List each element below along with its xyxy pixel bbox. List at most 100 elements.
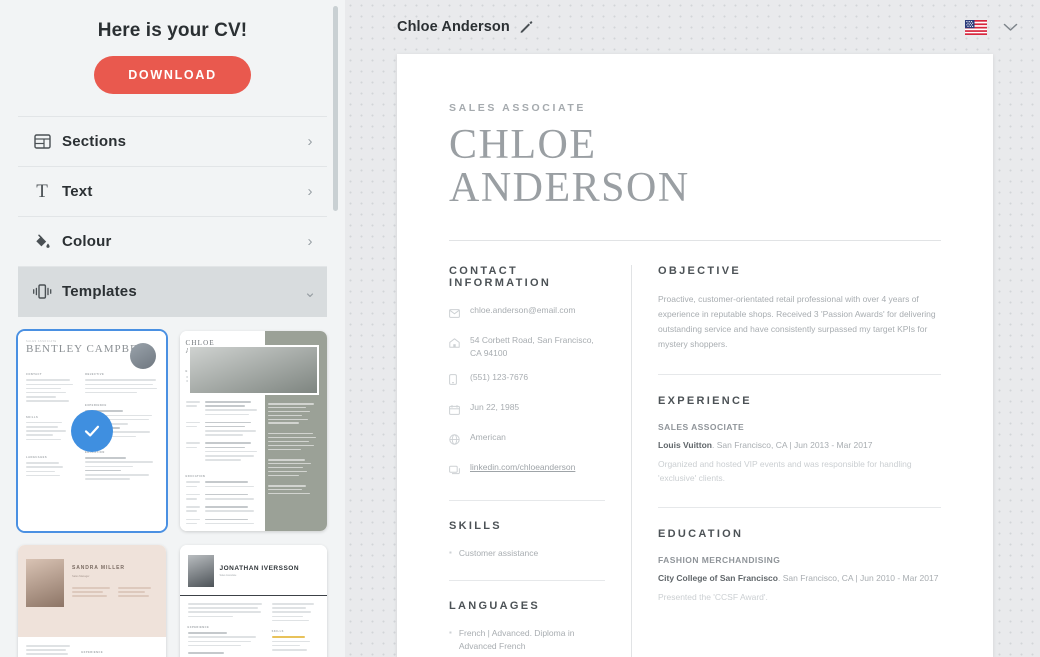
phone-icon bbox=[449, 372, 461, 390]
language-item: ▪ French | Advanced. Diploma in Advanced… bbox=[449, 627, 605, 653]
divider bbox=[449, 500, 605, 501]
link-icon bbox=[449, 462, 461, 480]
template-kicker: Sales Associate bbox=[219, 574, 237, 577]
sidebar: Here is your CV! DOWNLOAD Sections › T T… bbox=[0, 0, 345, 657]
topbar-right bbox=[965, 19, 1018, 35]
contact-value: American bbox=[470, 432, 506, 442]
education-title: FASHION MERCHANDISING bbox=[658, 555, 781, 566]
template-grid: SALES ASSOCIATE BENTLEY CAMPBELL CONTACT… bbox=[18, 317, 327, 657]
sidebar-item-label: Text bbox=[62, 183, 93, 200]
chevron-down-icon[interactable] bbox=[1003, 23, 1018, 32]
contact-value: chloe.anderson@email.com bbox=[470, 304, 576, 315]
template-card-jonathan-iversson[interactable]: JONATHAN IVERSSON Sales Associate EXPERI… bbox=[179, 545, 327, 657]
objective-text: Proactive, customer-orientated retail pr… bbox=[658, 293, 936, 350]
sidebar-menu: Sections › T Text › Colour › Templates ⌄ bbox=[18, 116, 327, 317]
divider bbox=[449, 239, 941, 241]
sidebar-item-sections[interactable]: Sections › bbox=[18, 117, 327, 167]
check-icon bbox=[84, 425, 99, 437]
section-heading-languages: LANGUAGES bbox=[449, 600, 540, 613]
document-title: Chloe Anderson bbox=[397, 19, 510, 35]
envelope-icon bbox=[449, 305, 461, 323]
text-serif-t-icon: T bbox=[36, 181, 48, 202]
contact-row: 54 Corbett Road, San Francisco, CA 94100 bbox=[449, 334, 605, 360]
chevron-right-icon: › bbox=[307, 233, 313, 250]
calendar-icon bbox=[449, 402, 461, 420]
sidebar-item-label: Sections bbox=[62, 133, 127, 150]
education-location-dates: . San Francisco, CA | Jun 2010 - Mar 201… bbox=[777, 573, 939, 584]
divider bbox=[658, 374, 941, 376]
sidebar-title: Here is your CV! bbox=[97, 20, 248, 41]
education-org: City College of San Francisco bbox=[658, 573, 778, 584]
globe-icon bbox=[449, 432, 461, 450]
contact-value: (551) 123-7676 bbox=[470, 372, 529, 382]
education-meta: City College of San Francisco. San Franc… bbox=[658, 573, 941, 583]
section-heading-experience: EXPERIENCE bbox=[658, 395, 752, 408]
chevron-right-icon: › bbox=[307, 133, 313, 150]
chevron-right-icon: › bbox=[307, 183, 313, 200]
cv-last-name: ANDERSON bbox=[449, 164, 690, 211]
contact-row: (551) 123-7676 bbox=[449, 371, 605, 390]
contact-row: American bbox=[449, 431, 605, 450]
bullet-dot: ▪ bbox=[449, 628, 452, 638]
sidebar-scrollbar[interactable] bbox=[333, 6, 338, 211]
cv-document-page[interactable]: SALES ASSOCIATE CHLOE ANDERSON CONTACT I… bbox=[397, 54, 993, 657]
template-card-sandra-miller[interactable]: SANDRA MILLER Sales Manager EXPERIENCE bbox=[18, 545, 166, 657]
contact-row: linkedin.com/chloeanderson bbox=[449, 461, 605, 480]
education-description: Presented the 'CCSF Award'. bbox=[658, 592, 768, 603]
template-kicker: Sales Manager bbox=[72, 575, 90, 578]
sidebar-item-text[interactable]: T Text › bbox=[18, 167, 327, 217]
skill-value: Customer assistance bbox=[458, 548, 539, 558]
cv-builder-app: Here is your CV! DOWNLOAD Sections › T T… bbox=[0, 0, 1040, 657]
cv-left-column: CONTACT INFORMATION chloe.anderson@email… bbox=[449, 265, 631, 657]
experience-meta: Louis Vuitton. San Francisco, CA | Jun 2… bbox=[658, 440, 941, 450]
avatar bbox=[129, 343, 156, 369]
sidebar-item-label: Colour bbox=[62, 233, 112, 250]
education-entry: FASHION MERCHANDISING City College of Sa… bbox=[658, 555, 941, 605]
chevron-down-icon: ⌄ bbox=[303, 283, 317, 301]
template-preview: JONATHAN IVERSSON Sales Associate EXPERI… bbox=[179, 545, 327, 657]
linkedin-link[interactable]: linkedin.com/chloeanderson bbox=[470, 461, 575, 474]
cv-right-column: OBJECTIVE Proactive, customer-orientated… bbox=[632, 265, 941, 657]
template-preview: CHLOE ANDERSON Sales Associate EXPERIENC… bbox=[179, 331, 327, 531]
canvas: Chloe Anderson SALES ASSOCIATE CHLOE AND… bbox=[345, 0, 1040, 657]
experience-title: SALES ASSOCIATE bbox=[658, 422, 745, 433]
experience-org: Louis Vuitton bbox=[658, 440, 712, 451]
download-area: DOWNLOAD bbox=[18, 56, 327, 116]
contact-row: chloe.anderson@email.com bbox=[449, 304, 605, 323]
language-value: French | Advanced. Diploma in Advanced F… bbox=[458, 628, 575, 652]
sidebar-item-templates[interactable]: Templates ⌄ bbox=[18, 267, 327, 317]
home-icon bbox=[449, 335, 461, 353]
contact-value: Jun 22, 1985 bbox=[470, 402, 520, 412]
template-selected-check bbox=[70, 410, 113, 452]
us-flag-icon[interactable] bbox=[965, 19, 987, 35]
sidebar-item-colour[interactable]: Colour › bbox=[18, 217, 327, 267]
canvas-topbar: Chloe Anderson bbox=[345, 0, 1040, 54]
experience-entry: SALES ASSOCIATE Louis Vuitton. San Franc… bbox=[658, 422, 941, 485]
download-button[interactable]: DOWNLOAD bbox=[94, 56, 251, 94]
pencil-edit-icon[interactable] bbox=[519, 20, 533, 34]
template-name: JONATHAN IVERSSON bbox=[219, 565, 300, 572]
template-card-bentley-campbell[interactable]: SALES ASSOCIATE BENTLEY CAMPBELL CONTACT… bbox=[18, 331, 166, 531]
template-name: SANDRA MILLER bbox=[72, 565, 125, 571]
template-card-chloe-anderson[interactable]: CHLOE ANDERSON Sales Associate EXPERIENC… bbox=[179, 331, 327, 531]
paint-bucket-icon bbox=[22, 234, 62, 250]
experience-location-dates: . San Francisco, CA | Jun 2013 - Mar 201… bbox=[711, 440, 873, 451]
cv-first-name: CHLOE bbox=[449, 122, 597, 168]
divider bbox=[449, 580, 605, 582]
cv-job-title: SALES ASSOCIATE bbox=[449, 102, 587, 114]
avatar bbox=[187, 555, 214, 587]
contact-value: 54 Corbett Road, San Francisco, CA 94100 bbox=[470, 334, 594, 358]
layout-columns-icon bbox=[22, 134, 62, 149]
cv-name: CHLOE ANDERSON bbox=[449, 124, 941, 210]
section-heading-contact: CONTACT INFORMATION bbox=[449, 264, 552, 289]
section-heading-education: EDUCATION bbox=[658, 528, 744, 541]
avatar bbox=[187, 345, 319, 395]
sidebar-item-label: Templates bbox=[62, 283, 137, 300]
divider bbox=[658, 507, 941, 509]
cv-columns: CONTACT INFORMATION chloe.anderson@email… bbox=[449, 264, 941, 657]
template-preview: SANDRA MILLER Sales Manager EXPERIENCE bbox=[18, 545, 166, 657]
experience-description: Organized and hosted VIP events and was … bbox=[658, 459, 912, 483]
bullet-dot: ▪ bbox=[449, 548, 452, 557]
section-heading-objective: OBJECTIVE bbox=[658, 264, 742, 277]
contact-row: Jun 22, 1985 bbox=[449, 401, 605, 420]
